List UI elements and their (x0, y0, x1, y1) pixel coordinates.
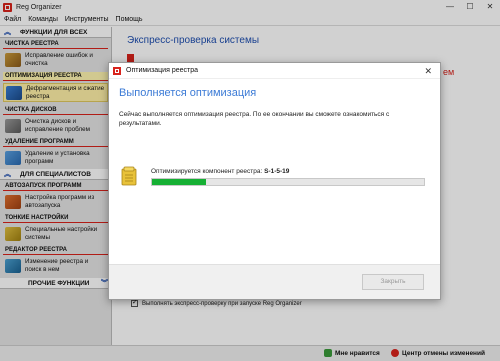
dialog-heading: Выполняется оптимизация (119, 87, 257, 99)
progress-prefix: Оптимизируется компонент реестра: (151, 168, 265, 175)
progress-bar (151, 178, 425, 186)
optimization-dialog: Оптимизация реестра ✕ Выполняется оптими… (108, 62, 441, 300)
dialog-description: Сейчас выполняется оптимизация реестра. … (119, 111, 390, 127)
dialog-titlebar: Оптимизация реестра ✕ (109, 63, 440, 79)
progress-fill (152, 179, 207, 185)
app-logo-icon (113, 66, 121, 75)
dialog-footer: Закрыть (109, 264, 440, 299)
registry-folder-icon (121, 166, 137, 186)
close-icon[interactable]: ✕ (424, 65, 432, 77)
progress-component: S-1-5-19 (264, 168, 290, 175)
progress-label: Оптимизируется компонент реестра: S-1-5-… (151, 168, 289, 175)
close-button[interactable]: Закрыть (362, 274, 424, 290)
dialog-title: Оптимизация реестра (126, 67, 199, 74)
